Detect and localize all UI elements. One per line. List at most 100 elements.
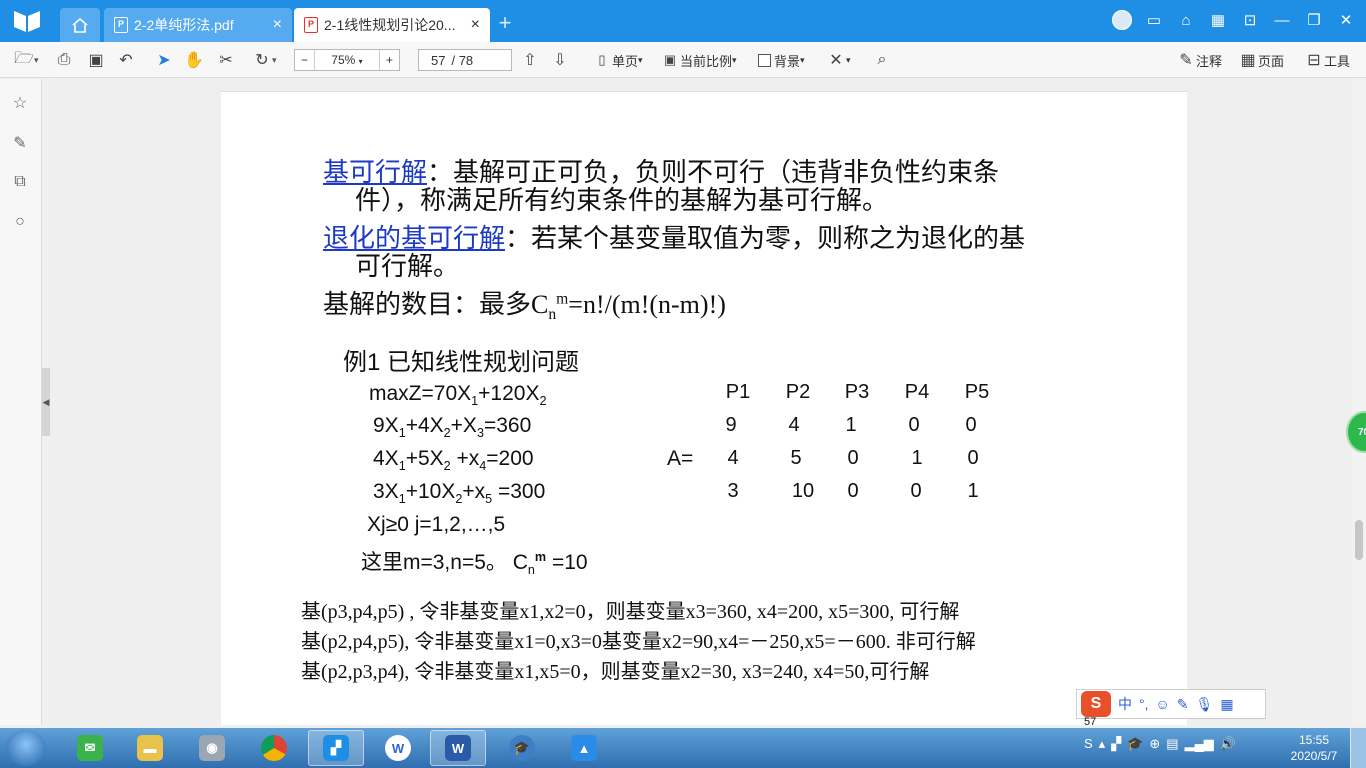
word-icon: W (445, 735, 471, 761)
start-button[interactable] (6, 730, 46, 766)
annotation-list-icon[interactable]: ✎ (10, 133, 30, 153)
matrix-cell: 0 (967, 447, 979, 469)
taskbar-chrome[interactable] (246, 730, 302, 766)
skin-icon[interactable]: ⌂ (1176, 12, 1196, 29)
count-sub: n (548, 306, 557, 324)
show-desktop-button[interactable] (1350, 728, 1366, 768)
zoom-out-button[interactable]: − (295, 50, 315, 70)
previous-page-button[interactable]: ⇧ (520, 49, 540, 71)
close-tab-icon[interactable]: × (471, 16, 480, 34)
fullscreen-icon[interactable]: ⊡ (1240, 11, 1260, 29)
taskbar-explorer[interactable]: ▬ (122, 730, 178, 766)
close-tools-button[interactable]: ✕ ▾ (826, 49, 850, 71)
c2-s1: 1 (398, 459, 406, 474)
clock-date: 2020/5/7 (1290, 749, 1338, 763)
user-avatar[interactable] (1112, 10, 1132, 30)
course-tray-icon[interactable]: 🎓 (1127, 736, 1143, 752)
page-menu-button[interactable]: ▦ 页面 (1238, 49, 1284, 71)
left-side-panel: ☆ ✎ ⧉ ○ (0, 79, 42, 725)
taskbar-media[interactable]: ◉ (184, 730, 240, 766)
taskbar-wps[interactable]: W (370, 730, 426, 766)
here-sub: n (527, 563, 535, 578)
c3-b: +10X (405, 480, 456, 503)
clipboard-tray-icon[interactable]: ▤ (1166, 736, 1178, 752)
undo-button[interactable]: ↶ (116, 49, 136, 71)
constraint-1: 9X1+4X2+X3=360 (373, 414, 531, 440)
ime-microphone-icon[interactable]: 🎙 (1196, 696, 1214, 713)
print-button[interactable]: ⎙ (54, 49, 74, 71)
c1-s3: 3 (476, 426, 484, 441)
matrix-cell: 0 (847, 447, 859, 469)
save-button[interactable]: ▣ (86, 49, 106, 71)
scrollbar-thumb[interactable] (1355, 520, 1363, 560)
taskbar-pdf-reader[interactable]: ▞ (308, 730, 364, 766)
restore-icon[interactable]: ❐ (1304, 11, 1324, 29)
next-page-button[interactable]: ⇩ (550, 49, 570, 71)
hand-icon: ✋ (184, 52, 204, 69)
page-number-input[interactable]: 57 / 78 (418, 49, 512, 71)
select-tool-button[interactable]: ➤ (154, 49, 174, 71)
c3-c: +x (462, 480, 486, 503)
close-icon: ✕ (829, 52, 843, 69)
c2-s2: 2 (443, 459, 451, 474)
c1-c: +X (450, 414, 477, 437)
tray-expand-icon[interactable]: ▴ (1099, 736, 1106, 752)
bookmark-icon[interactable]: ☆ (10, 93, 30, 113)
ime-punctuation-toggle[interactable]: °, (1139, 696, 1149, 712)
network-icon[interactable]: ▂▄▆ (1185, 736, 1214, 752)
here-text: 这里m=3,n=5。 C (361, 551, 528, 574)
folder-open-icon: 🗁 (14, 49, 34, 67)
c1-s1: 1 (398, 426, 406, 441)
current-ratio-button[interactable]: ▣ 当前比例 ▾ (660, 49, 737, 71)
current-ratio-label: 当前比例 (680, 53, 733, 69)
open-file-button[interactable]: 🗁 ▾ (14, 49, 38, 71)
rotate-button[interactable]: ↻ ▾ (252, 49, 276, 71)
taskbar-meeting-app[interactable]: ▲ (556, 730, 612, 766)
sogou-ime-logo[interactable]: S (1081, 691, 1111, 717)
ime-emoji-icon[interactable]: ☺ (1156, 696, 1170, 712)
pdf-tray-icon[interactable]: ▞ (1111, 736, 1121, 752)
taskbar-wechat[interactable]: ✉ (62, 730, 118, 766)
new-tab-button[interactable]: + (494, 10, 516, 36)
taskbar-course-app[interactable]: 🎓 (494, 730, 550, 766)
single-page-button[interactable]: ▯ 单页 ▾ (592, 49, 642, 71)
sogou-tray-icon[interactable]: S (1084, 736, 1093, 752)
vertical-scrollbar[interactable] (1352, 79, 1366, 725)
close-tab-icon[interactable]: × (273, 16, 282, 34)
background-checkbox[interactable] (758, 53, 771, 67)
page-menu-label: 页面 (1258, 53, 1285, 69)
matrix-header: P3 (844, 381, 870, 403)
tab-label: 2-1线性规划引论20... (324, 17, 456, 33)
apps-grid-icon[interactable]: ▦ (1208, 11, 1228, 29)
background-button[interactable]: 背景 ▾ (758, 49, 805, 71)
search-panel-icon[interactable]: ○ (10, 213, 30, 233)
hand-tool-button[interactable]: ✋ (184, 49, 204, 71)
matrix-header: P5 (964, 381, 990, 403)
zoom-select[interactable]: 75% ▾ (315, 53, 379, 67)
crop-tool-button[interactable]: ✂ (216, 49, 236, 71)
ime-pen-icon[interactable]: ✎ (1177, 696, 1189, 713)
ime-menu-grid-icon[interactable]: ▦ (1220, 696, 1233, 713)
zoom-in-button[interactable]: + (379, 50, 399, 70)
search-button[interactable]: ⌕ (872, 49, 892, 71)
sync-tray-icon[interactable]: ⊕ (1149, 736, 1160, 752)
annotate-button[interactable]: ✎ 注释 (1176, 49, 1222, 71)
collapse-panel-button[interactable]: ◀ (42, 368, 50, 436)
volume-icon[interactable]: 🔊 (1220, 736, 1236, 752)
tools-button[interactable]: ⊟ 工具 (1304, 49, 1350, 71)
close-window-icon[interactable]: ✕ (1336, 11, 1356, 29)
taskbar-word[interactable]: W (430, 730, 486, 766)
feedback-icon[interactable]: ▭ (1144, 11, 1164, 29)
background-label: 背景 (774, 53, 801, 69)
thumbnails-icon[interactable]: ⧉ (10, 173, 30, 193)
pdf-reader-icon: ▞ (323, 735, 349, 761)
page-indicator: 57 (1084, 716, 1097, 728)
system-clock[interactable]: 15:55 2020/5/7 (1286, 732, 1342, 764)
minimize-icon[interactable]: — (1272, 12, 1292, 29)
ime-language-toggle[interactable]: 中 (1118, 694, 1132, 714)
tab-home[interactable] (60, 8, 100, 42)
tab-document-1[interactable]: P 2-2单纯形法.pdf × (104, 8, 292, 42)
tab-document-2[interactable]: P 2-1线性规划引论20... × (294, 8, 490, 42)
matrix-header: P2 (785, 381, 811, 403)
matrix-cell: 1 (845, 414, 857, 436)
